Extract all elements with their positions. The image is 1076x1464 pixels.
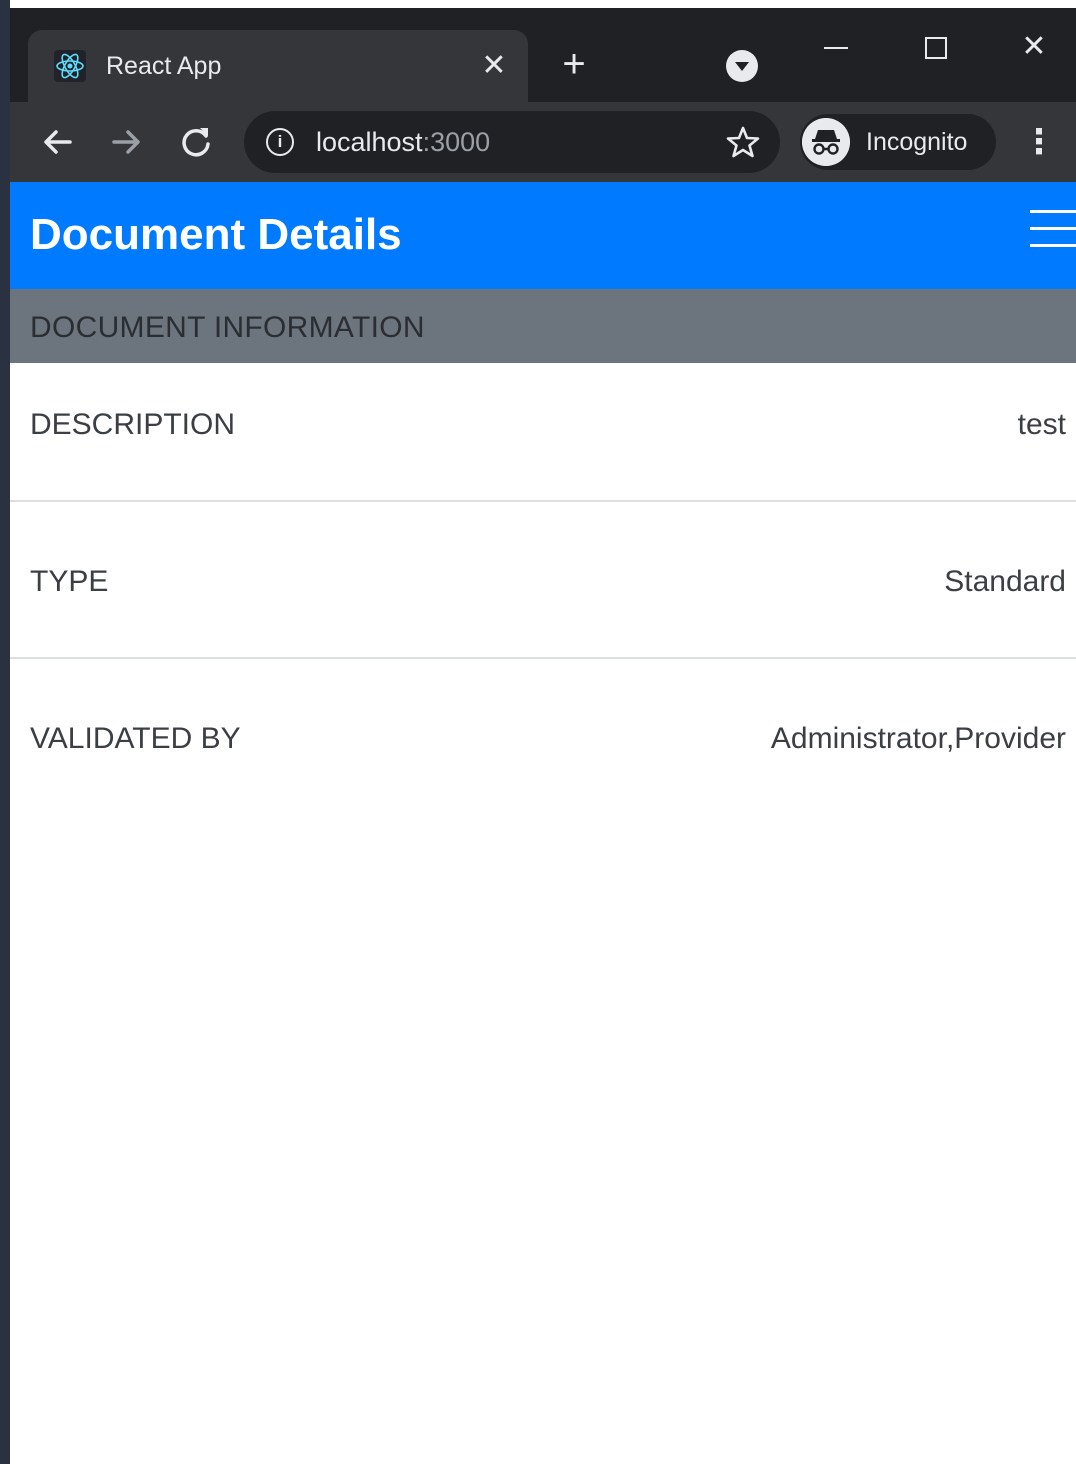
- url-port: :3000: [422, 127, 491, 157]
- browser-toolbar: i localhost:3000 Incognito ⋮: [10, 102, 1076, 182]
- maximize-icon: [925, 37, 947, 60]
- section-title: DOCUMENT INFORMATION: [30, 311, 425, 344]
- browser-window: React App ✕ + ✕ i localhost:3000 Incogni…: [0, 0, 1076, 1464]
- arrow-left-icon: [44, 130, 72, 154]
- forward-button[interactable]: [106, 122, 146, 162]
- address-bar[interactable]: i localhost:3000: [244, 111, 780, 173]
- detail-row-type: TYPE Standard: [10, 502, 1076, 659]
- tab-react-app[interactable]: React App ✕: [28, 30, 528, 102]
- page-title[interactable]: Document Details: [30, 206, 402, 264]
- detail-value: Administrator,Provider: [770, 722, 1066, 755]
- browser-menu-icon[interactable]: ⋮: [1022, 122, 1056, 162]
- url-host: localhost: [316, 127, 423, 157]
- detail-row-description: DESCRIPTION test: [10, 363, 1076, 502]
- detail-label: VALIDATED BY: [30, 722, 241, 755]
- detail-value: Standard: [944, 565, 1066, 598]
- new-tab-button[interactable]: +: [556, 44, 592, 84]
- app-navbar: Document Details: [10, 182, 1076, 289]
- url-text: localhost:3000: [316, 125, 490, 159]
- tab-close-icon[interactable]: ✕: [478, 50, 510, 82]
- tab-title: React App: [106, 52, 222, 80]
- incognito-badge[interactable]: Incognito: [800, 114, 996, 170]
- detail-label: TYPE: [30, 565, 109, 598]
- arrow-right-icon: [112, 130, 140, 154]
- react-atom-icon: [54, 50, 86, 82]
- reload-icon: [182, 128, 210, 157]
- detail-row-validated-by: VALIDATED BY Administrator,Provider: [10, 659, 1076, 816]
- bookmark-star-icon[interactable]: [724, 123, 762, 161]
- tab-strip: React App ✕ + ✕: [10, 8, 1076, 102]
- incognito-label: Incognito: [866, 128, 968, 156]
- reload-button[interactable]: [176, 122, 216, 162]
- incognito-icon: [802, 118, 850, 166]
- minimize-icon: [824, 47, 848, 50]
- site-info-icon[interactable]: i: [266, 128, 294, 156]
- maximize-button[interactable]: [906, 22, 966, 72]
- tab-search-icon[interactable]: [726, 50, 758, 82]
- detail-value: test: [1017, 408, 1066, 441]
- detail-label: DESCRIPTION: [30, 408, 236, 441]
- back-button[interactable]: [38, 122, 78, 162]
- section-header: DOCUMENT INFORMATION: [10, 289, 1076, 363]
- window-close-button[interactable]: ✕: [1004, 22, 1064, 72]
- minimize-button[interactable]: [806, 22, 866, 72]
- hamburger-menu-icon[interactable]: [1030, 210, 1076, 248]
